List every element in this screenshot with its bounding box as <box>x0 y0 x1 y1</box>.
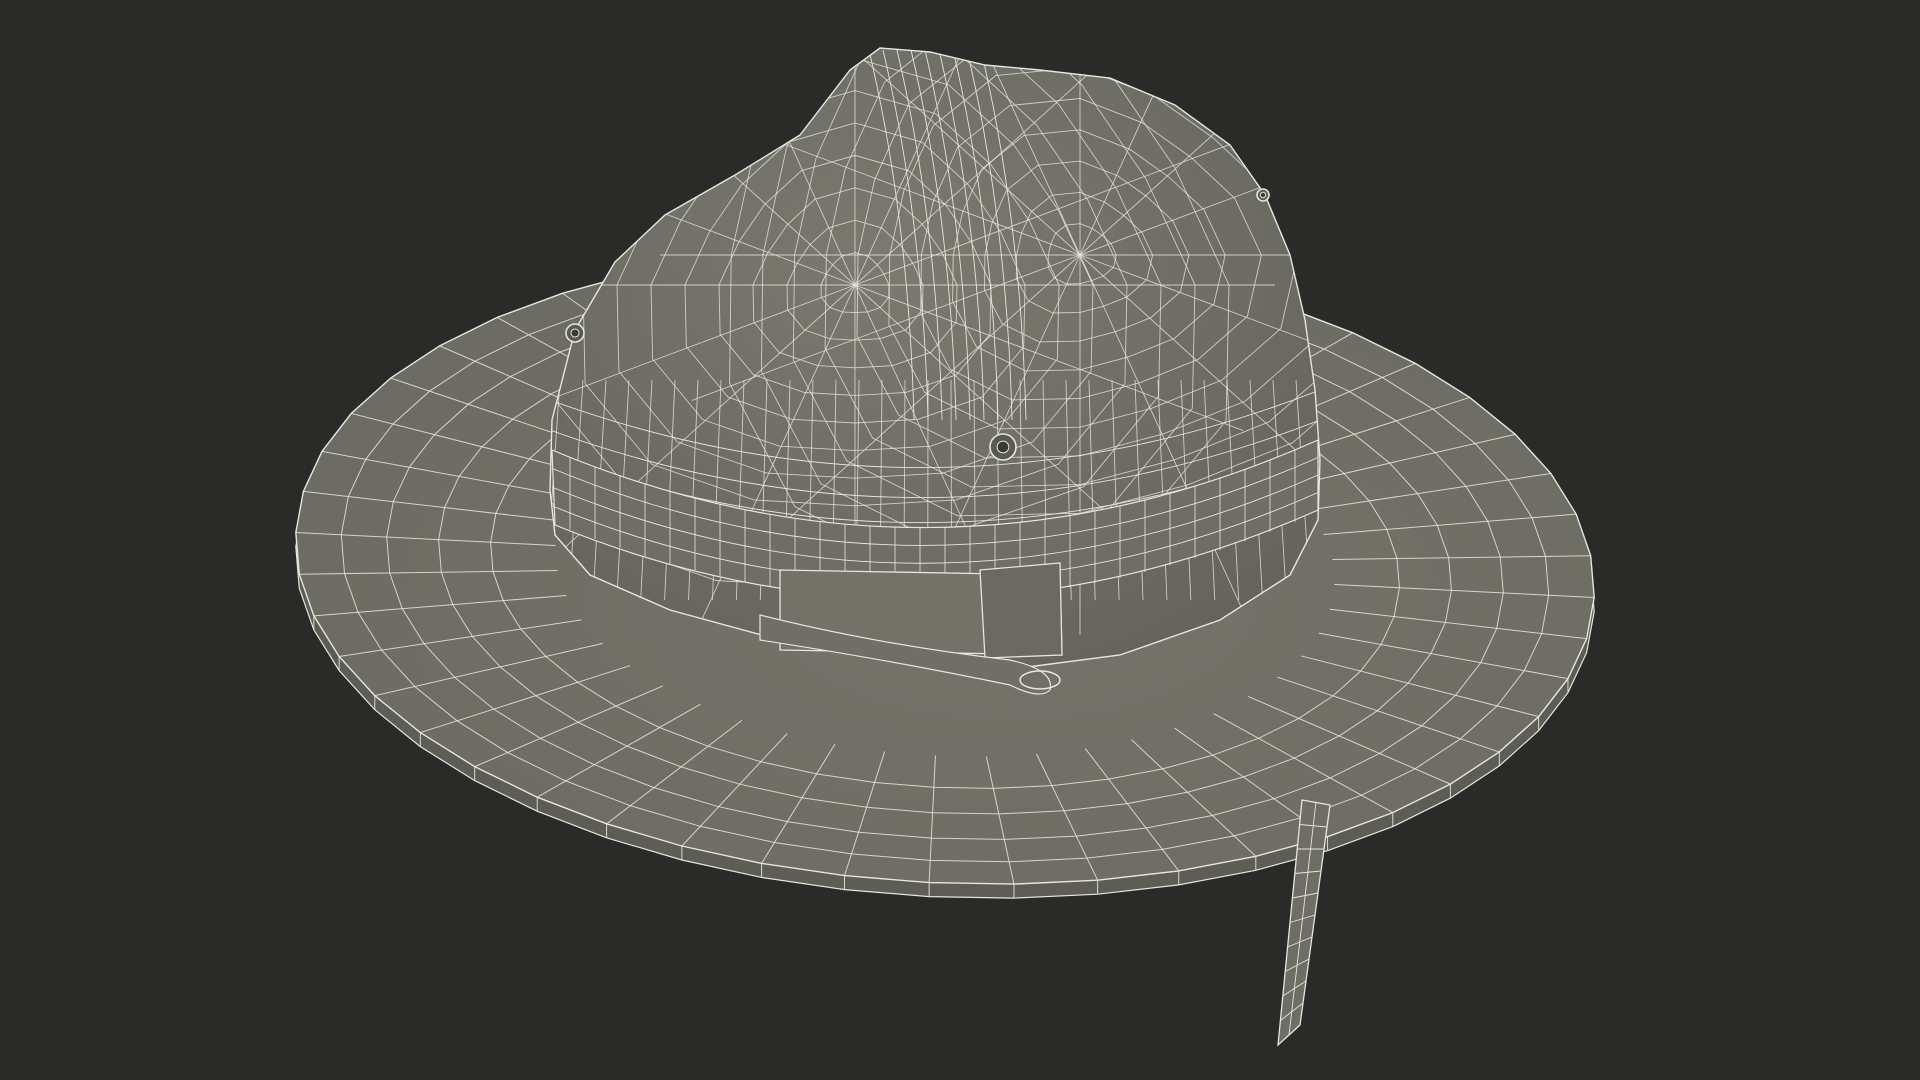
eyelet-hole <box>1259 191 1267 199</box>
3d-viewport[interactable] <box>0 0 1920 1080</box>
eyelet-hole <box>996 440 1010 454</box>
eyelet-hole <box>570 328 580 338</box>
band-keeper <box>979 562 1063 659</box>
hat-wireframe-render <box>295 47 1595 1047</box>
